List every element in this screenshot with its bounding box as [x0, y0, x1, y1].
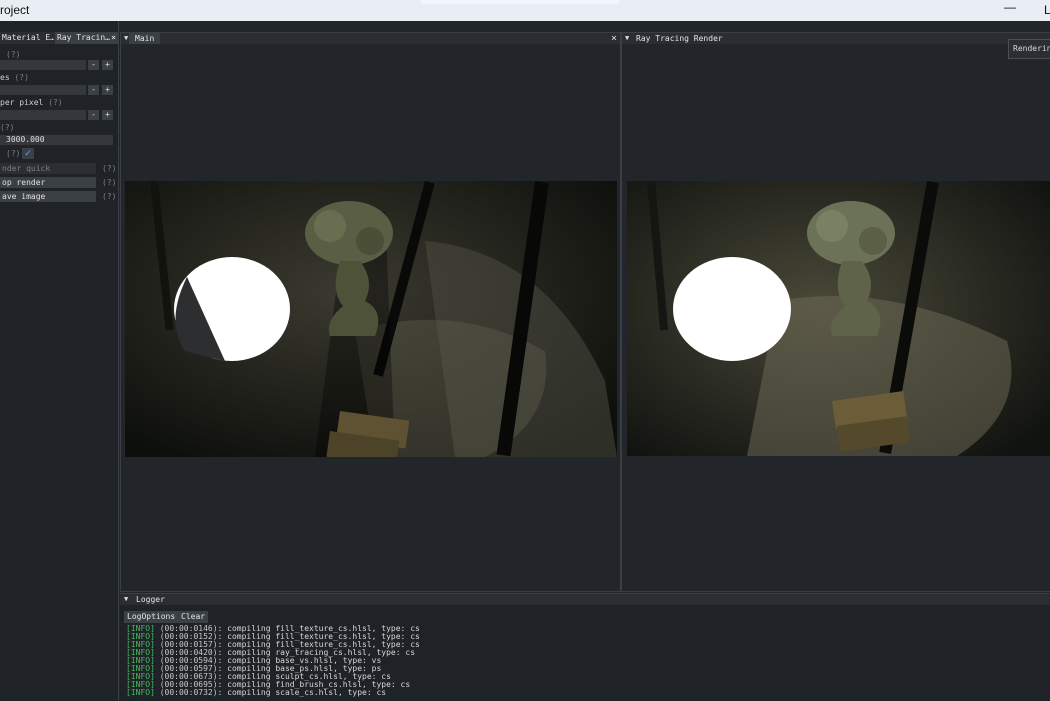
logger-panel: ▼ Logger LogOptions Clear [INFO] (00:00:… — [120, 593, 1050, 700]
decrement-button[interactable]: - — [88, 60, 99, 70]
minimize-button[interactable]: — — [1004, 0, 1018, 14]
tab-ray-tracing-render[interactable]: Ray Tracing Render — [630, 33, 729, 44]
ray-tracing-viewport[interactable]: ▼ Ray Tracing Render — [621, 32, 1050, 592]
menu-triangle-icon[interactable]: ▼ — [625, 33, 629, 44]
tab-main[interactable]: Main — [129, 33, 161, 44]
titlebar-highlight — [420, 0, 620, 4]
checkbox[interactable]: ✓ — [22, 148, 34, 159]
rendering-tooltip: Rendering — [1008, 39, 1050, 59]
log-list[interactable]: [INFO] (00:00:0146): compiling fill_text… — [126, 625, 1026, 701]
tab-ray-tracing-label: Ray Tracin… — [57, 33, 110, 42]
log-timestamp: (00:00:0732) — [154, 688, 218, 697]
clear-button[interactable]: Clear — [178, 611, 209, 623]
setting-label-1: (?) — [0, 50, 20, 60]
increment-button[interactable]: + — [102, 60, 113, 70]
left-tabbar: Material E… Ray Tracin… × — [0, 32, 119, 44]
setting-input-1[interactable] — [0, 60, 86, 70]
log-message: : compiling scale_cs.hlsl, type: cs — [217, 688, 387, 697]
render-quick-button[interactable]: nder quick — [0, 163, 96, 174]
help-icon[interactable]: (?) — [102, 163, 116, 174]
log-options-button[interactable]: LogOptions — [124, 611, 179, 623]
log-level: [INFO] — [126, 688, 155, 697]
help-icon[interactable]: (?) — [6, 50, 20, 59]
menu-triangle-icon[interactable]: ▼ — [124, 594, 128, 605]
tab-ray-tracing[interactable]: Ray Tracin… × — [55, 32, 119, 44]
logger-header: ▼ Logger — [120, 594, 1050, 605]
log-line: [INFO] (00:00:0732): compiling scale_cs.… — [126, 689, 1026, 697]
help-icon[interactable]: (?) — [48, 98, 62, 107]
setting-label-2-text: es — [0, 73, 10, 82]
logger-title: Logger — [136, 595, 165, 604]
tab-material-editor-label: Material E… — [2, 33, 54, 42]
main-scene-image — [125, 181, 617, 457]
help-icon[interactable]: (?) — [102, 177, 116, 188]
maximize-button[interactable]: L — [1044, 3, 1050, 17]
help-icon[interactable]: (?) — [102, 191, 116, 202]
window-titlebar: roject — L — [0, 0, 1050, 21]
setting-input-3[interactable] — [0, 110, 86, 120]
setting-input-4[interactable]: 3000.000 — [0, 135, 113, 145]
app-area: Material E… Ray Tracin… × (?) - + es (?) … — [0, 21, 1050, 700]
setting-label-4: (?) — [0, 123, 14, 133]
increment-button[interactable]: + — [102, 110, 113, 120]
checkbox-help: (?) — [6, 149, 20, 159]
stop-render-button[interactable]: op render — [0, 177, 96, 188]
tab-material-editor[interactable]: Material E… — [0, 32, 54, 44]
close-icon[interactable]: × — [611, 33, 617, 44]
increment-button[interactable]: + — [102, 85, 113, 95]
main-viewport-tabbar: ▼ Main × — [121, 33, 620, 44]
setting-label-samples-per-pixel: per pixel (?) — [0, 98, 63, 108]
help-icon[interactable]: (?) — [0, 123, 14, 132]
left-panel: Material E… Ray Tracin… × (?) - + es (?) … — [0, 21, 119, 700]
checkmark-icon: ✓ — [24, 148, 32, 159]
decrement-button[interactable]: - — [88, 110, 99, 120]
help-icon[interactable]: (?) — [6, 149, 20, 158]
setting-label-3-text: per pixel — [0, 98, 44, 107]
main-viewport[interactable]: ▼ Main × — [120, 32, 621, 592]
ray-tracing-tabbar: ▼ Ray Tracing Render — [622, 33, 1050, 44]
setting-label-2: es (?) — [0, 73, 29, 83]
setting-input-2[interactable] — [0, 85, 86, 95]
window-title: roject — [0, 3, 30, 17]
close-icon[interactable]: × — [111, 32, 116, 44]
decrement-button[interactable]: - — [88, 85, 99, 95]
ray-tracing-scene-image — [627, 181, 1050, 456]
help-icon[interactable]: (?) — [14, 73, 28, 82]
main-scene-render[interactable] — [125, 181, 617, 457]
menu-triangle-icon[interactable]: ▼ — [124, 33, 128, 44]
ray-tracing-scene-render[interactable] — [627, 181, 1050, 456]
save-image-button[interactable]: ave image — [0, 191, 96, 202]
